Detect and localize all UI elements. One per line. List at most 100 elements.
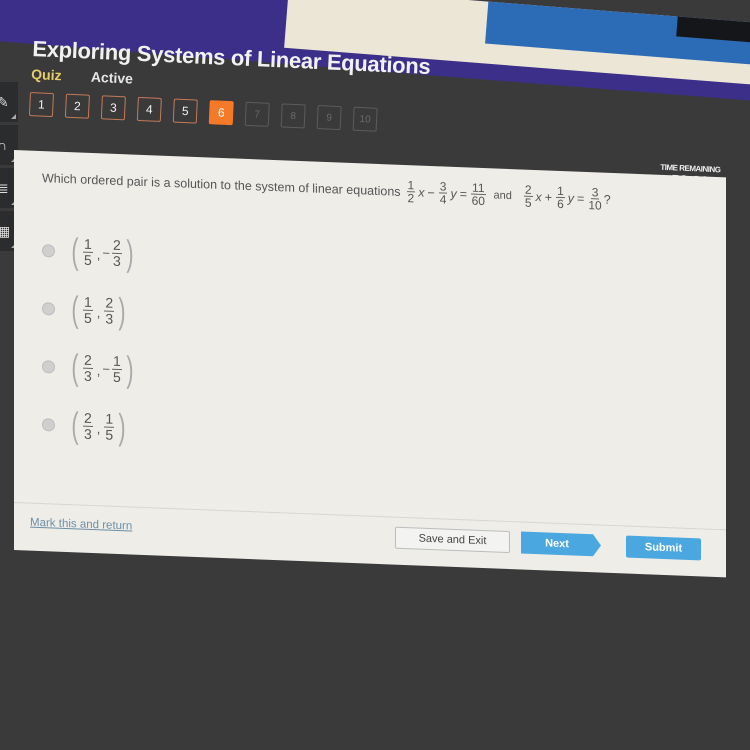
save-and-exit-button[interactable]: Save and Exit: [395, 526, 510, 554]
question-nav-5[interactable]: 5: [172, 98, 198, 124]
status-label: Active: [90, 68, 134, 87]
comma: ,: [96, 305, 101, 321]
question-nav-2[interactable]: 2: [64, 93, 90, 119]
answer-option[interactable]: (1 5, 2 3): [42, 279, 136, 341]
right-paren: ): [118, 406, 126, 448]
activity-type-label: Quiz: [30, 65, 62, 84]
right-paren: ): [126, 348, 134, 390]
question-mark: ?: [603, 192, 611, 207]
denominator: 2: [407, 191, 415, 206]
question-nav-1[interactable]: 1: [28, 92, 54, 118]
ordered-pair: (2 3, 1 5): [69, 404, 128, 448]
equation-1: 12 x − 34 y = 11 60: [405, 178, 488, 209]
numerator: 1: [83, 293, 93, 311]
right-paren: ): [126, 232, 134, 274]
mark-and-return-link[interactable]: Mark this and return: [30, 517, 132, 533]
answer-option[interactable]: (1 5, −2 3): [42, 221, 136, 283]
operator: +: [544, 189, 553, 205]
denominator: 4: [439, 192, 447, 207]
variable-y: y: [567, 190, 575, 206]
comma: ,: [96, 363, 101, 379]
left-paren: (: [71, 346, 79, 388]
numerator: 1: [83, 235, 93, 253]
denominator: 5: [113, 368, 121, 385]
radio-button[interactable]: [42, 417, 55, 432]
left-paren: (: [71, 288, 79, 330]
fraction: 25: [523, 183, 533, 210]
pencil-icon: ✎: [0, 93, 9, 110]
fraction: 11 60: [471, 181, 486, 209]
fraction: 34: [438, 179, 448, 207]
equals: =: [577, 191, 585, 206]
denominator: 3: [84, 425, 92, 442]
numerator: 2: [83, 409, 93, 427]
left-paren: (: [71, 230, 79, 272]
x-fraction: 15: [83, 293, 93, 326]
y-fraction: 23: [104, 294, 115, 327]
variable-x: x: [418, 185, 425, 200]
question-nav-4[interactable]: 4: [136, 96, 162, 122]
conjunction: and: [493, 188, 512, 202]
denominator: 3: [84, 367, 92, 384]
x-fraction: 15: [83, 235, 93, 268]
answer-option[interactable]: (2 3, −1 5): [42, 337, 136, 399]
y-fraction: 15: [104, 410, 115, 443]
denominator: 5: [84, 251, 92, 268]
radio-button[interactable]: [42, 301, 55, 316]
y-fraction: 15: [112, 352, 122, 385]
question-nav-3[interactable]: 3: [100, 95, 126, 121]
question-text: Which ordered pair is a solution to the …: [42, 165, 611, 213]
question-nav-7: 7: [244, 101, 270, 127]
right-paren: ): [118, 290, 126, 332]
denominator: 6: [557, 196, 564, 212]
next-arrow-icon[interactable]: [593, 534, 601, 557]
denominator: 60: [471, 193, 485, 209]
numerator: 2: [112, 236, 122, 254]
denominator: 5: [84, 309, 92, 326]
fraction: 16: [556, 184, 565, 212]
question-nav-9: 9: [316, 105, 342, 131]
expand-corner-icon: [11, 114, 16, 119]
next-button[interactable]: Next: [521, 531, 593, 557]
numerator: 1: [112, 352, 122, 370]
submit-button[interactable]: Submit: [626, 535, 701, 561]
question-prompt: Which ordered pair is a solution to the …: [42, 170, 401, 199]
y-fraction: 23: [112, 236, 122, 269]
question-nav-10: 10: [352, 106, 378, 132]
headphones-icon: ∩: [0, 137, 8, 153]
notes-icon: ≣: [0, 179, 9, 196]
fraction: 12: [406, 178, 416, 206]
numerator: 1: [104, 410, 115, 428]
denominator: 5: [524, 195, 532, 210]
ordered-pair: (2 3, −1 5): [69, 346, 136, 390]
variable-y: y: [450, 186, 457, 201]
y-sign: −: [102, 244, 111, 261]
x-fraction: 23: [83, 351, 93, 384]
numerator: 2: [83, 351, 93, 369]
radio-button[interactable]: [42, 243, 55, 258]
comma: ,: [96, 247, 101, 263]
equation-2: 25 x + 16 y = 3 10: [522, 183, 604, 213]
left-paren: (: [71, 404, 79, 446]
answer-option[interactable]: (2 3, 1 5): [42, 395, 136, 457]
ordered-pair: (1 5, 2 3): [69, 288, 128, 332]
calculator-icon: ▦: [0, 222, 11, 239]
denominator: 5: [105, 426, 114, 443]
answer-options: (1 5, −2 3)(1 5, 2 3)(2 3, −1 5)(2 3, 1 5): [42, 221, 136, 457]
fraction: 3 10: [588, 185, 602, 213]
denominator: 3: [113, 252, 121, 269]
x-fraction: 23: [83, 409, 93, 442]
ordered-pair: (1 5, −2 3): [69, 230, 136, 274]
operator: −: [427, 185, 435, 200]
equals: =: [459, 186, 468, 201]
denominator: 10: [588, 198, 602, 213]
numerator: 2: [104, 294, 115, 312]
comma: ,: [96, 421, 101, 437]
question-nav-8: 8: [280, 103, 306, 129]
question-panel: Which ordered pair is a solution to the …: [14, 150, 726, 578]
question-nav-6[interactable]: 6: [208, 100, 234, 126]
y-sign: −: [102, 360, 111, 377]
sidebar-tool-pencil[interactable]: ✎: [0, 82, 18, 122]
radio-button[interactable]: [42, 359, 55, 374]
denominator: 3: [105, 310, 114, 327]
